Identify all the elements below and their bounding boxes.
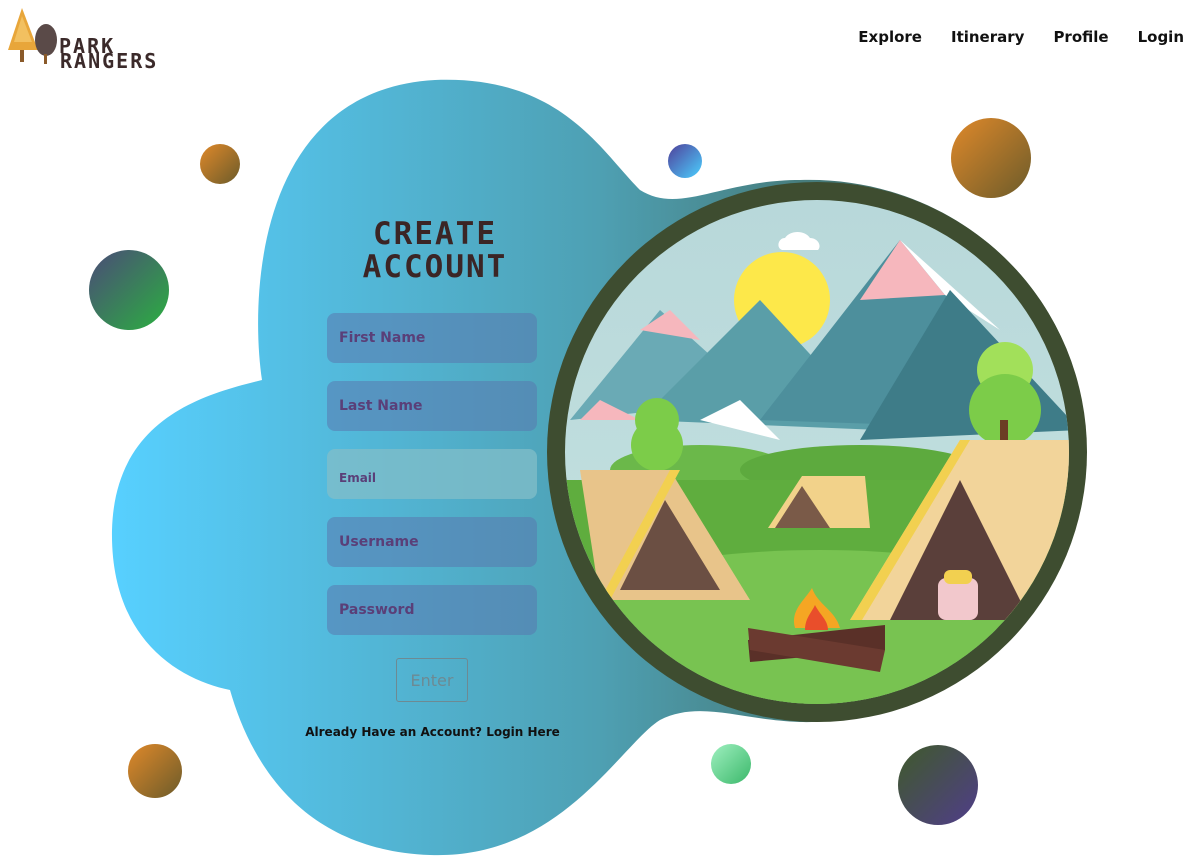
nav-itinerary[interactable]: Itinerary (951, 28, 1024, 46)
title-line-1: CREATE (373, 216, 497, 252)
nav-login[interactable]: Login (1138, 28, 1184, 46)
page-title: CREATE ACCOUNT (330, 218, 540, 284)
nav-profile[interactable]: Profile (1053, 28, 1108, 46)
tree-logo-icon (8, 8, 57, 64)
title-line-2: ACCOUNT (362, 249, 508, 285)
logo-line-rangers: RANGERS (60, 49, 159, 73)
username-input[interactable] (327, 517, 537, 567)
email-input[interactable] (327, 449, 537, 499)
background-art (0, 0, 1194, 861)
main-nav: Explore Itinerary Profile Login (858, 28, 1184, 46)
enter-button[interactable]: Enter (396, 658, 468, 702)
last-name-input[interactable] (327, 381, 537, 431)
first-name-input[interactable] (327, 313, 537, 363)
password-input[interactable] (327, 585, 537, 635)
logo[interactable]: PARK RANGERS (4, 6, 174, 73)
login-link[interactable]: Already Have an Account? Login Here (300, 725, 565, 739)
nav-explore[interactable]: Explore (858, 28, 922, 46)
